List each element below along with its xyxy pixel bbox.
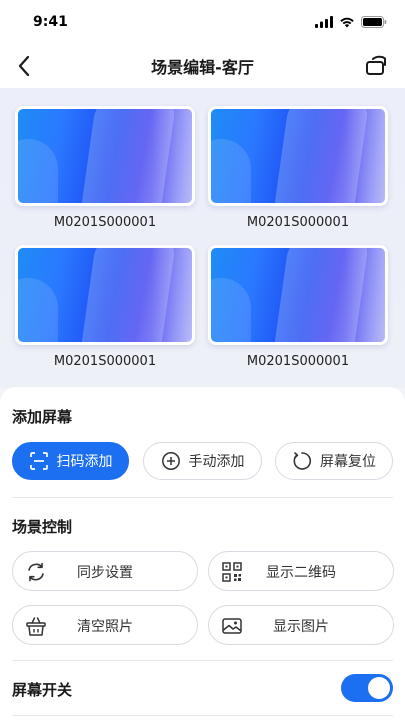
control-panel: 添加屏幕 扫码添加 手动添加 屏幕复位 场景控制 同步设置 显示二维码 清空照片… [0, 387, 405, 720]
screen-label: M0201S000001 [53, 354, 157, 369]
divider [12, 497, 393, 498]
sync-settings-button[interactable]: 同步设置 [12, 551, 198, 591]
show-qrcode-button[interactable]: 显示二维码 [208, 551, 394, 591]
screen-reset-label: 屏幕复位 [320, 454, 376, 470]
toggle-knob [368, 677, 390, 699]
divider [12, 715, 393, 716]
status-bar: 9:41 [0, 0, 405, 44]
plus-circle-icon [161, 452, 180, 470]
divider [12, 660, 393, 661]
screen-card[interactable]: M0201S000001 [15, 245, 195, 369]
screen-grid: M0201S000001 M0201S000001 M0201S000001 M… [0, 88, 405, 388]
screen-thumbnail [15, 106, 195, 206]
clear-photos-label: 清空照片 [77, 619, 133, 635]
screen-reset-button[interactable]: 屏幕复位 [275, 442, 393, 480]
screen-switch-toggle[interactable] [341, 674, 393, 702]
clear-photos-button[interactable]: 清空照片 [12, 605, 198, 645]
screen-card[interactable]: M0201S000001 [15, 106, 195, 230]
screen-label: M0201S000001 [53, 215, 157, 230]
screen-thumbnail [208, 106, 388, 206]
add-screen-title: 添加屏幕 [12, 408, 73, 426]
screen-card[interactable]: M0201S000001 [208, 245, 388, 369]
show-image-button[interactable]: 显示图片 [208, 605, 394, 645]
scan-add-label: 扫码添加 [56, 454, 113, 470]
screen-switch-title: 屏幕开关 [12, 681, 73, 699]
signal-icon [315, 16, 333, 28]
show-qrcode-label: 显示二维码 [266, 565, 336, 581]
page-title: 场景编辑-客厅 [151, 58, 254, 77]
wifi-icon [340, 17, 354, 28]
status-icons [315, 16, 387, 28]
manual-add-button[interactable]: 手动添加 [143, 442, 262, 480]
screen-thumbnail [15, 245, 195, 345]
screen-label: M0201S000001 [246, 215, 350, 230]
screen-card[interactable]: M0201S000001 [208, 106, 388, 230]
scan-add-button[interactable]: 扫码添加 [12, 442, 129, 480]
manual-add-label: 手动添加 [188, 454, 245, 470]
reset-icon [293, 452, 312, 470]
rotate-button[interactable] [363, 51, 391, 79]
screen-thumbnail [208, 245, 388, 345]
rotate-icon [366, 55, 386, 75]
sync-settings-label: 同步设置 [77, 565, 133, 581]
battery-icon [361, 16, 387, 28]
status-time: 9:41 [33, 14, 68, 30]
screen-label: M0201S000001 [246, 354, 350, 369]
scan-icon [29, 452, 48, 470]
nav-bar: 场景编辑-客厅 [0, 44, 405, 88]
chevron-left-icon [18, 55, 30, 77]
back-button[interactable] [10, 52, 38, 80]
scene-control-title: 场景控制 [12, 518, 73, 536]
show-image-label: 显示图片 [273, 619, 329, 635]
